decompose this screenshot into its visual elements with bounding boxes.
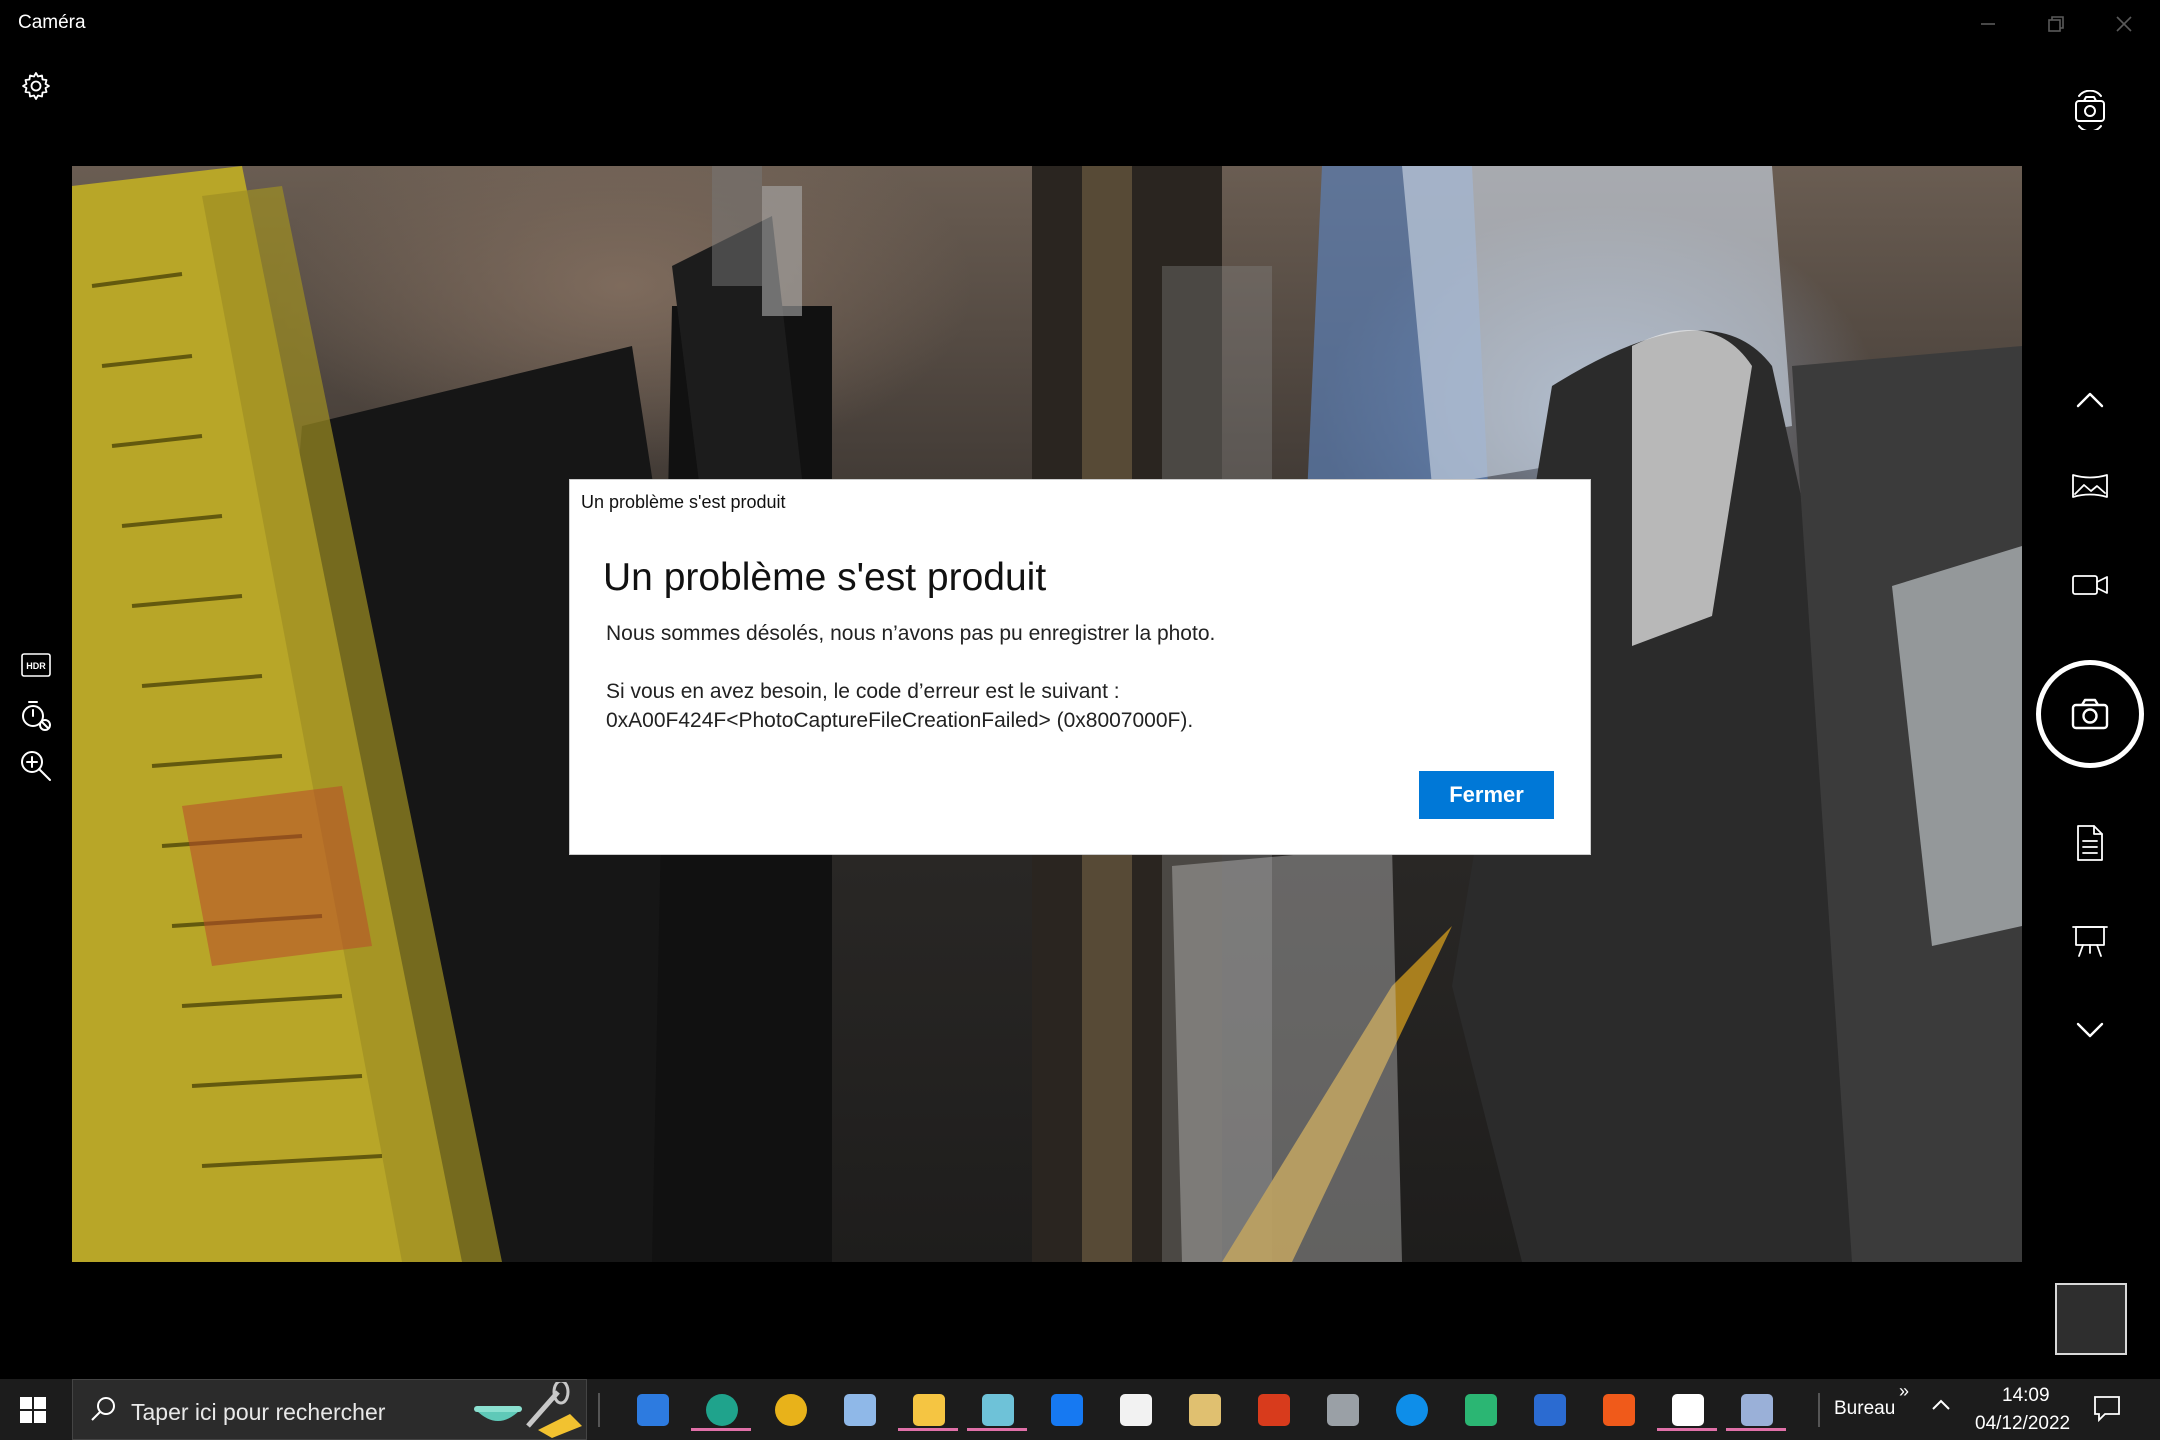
taskbar-app-button[interactable] [768, 1389, 814, 1431]
zoom-icon [21, 751, 51, 781]
error-dialog: Un problème s'est produit Un problème s'… [570, 480, 1590, 854]
file-icon [1120, 1394, 1152, 1426]
minimize-icon [1981, 23, 1995, 25]
active-indicator [1726, 1428, 1786, 1431]
notes-app-icon [982, 1394, 1014, 1426]
file-explorer-icon [913, 1394, 945, 1426]
settings-icon [1672, 1394, 1704, 1426]
clock-date[interactable]: 04/12/2022 [1975, 1413, 2070, 1435]
taskbar-app-button[interactable] [1726, 1389, 1786, 1431]
chevron-up-icon [1932, 1399, 1950, 1410]
panorama-icon [2072, 474, 2108, 498]
word-icon [1534, 1394, 1566, 1426]
notepad-app-icon [844, 1394, 876, 1426]
taskbar-app-button[interactable] [898, 1389, 958, 1431]
active-indicator [691, 1428, 751, 1431]
clock-time[interactable]: 14:09 [2002, 1385, 2050, 1407]
capture-photo-button[interactable] [2036, 660, 2144, 768]
search-icon [91, 1397, 115, 1421]
search-placeholder: Taper ici pour rechercher [131, 1399, 386, 1425]
dropbox-icon [1051, 1394, 1083, 1426]
teamviewer-icon [1396, 1394, 1428, 1426]
outlook-icon [637, 1394, 669, 1426]
chevron-down-icon [2076, 1022, 2104, 1038]
taskbar-app-button[interactable] [1657, 1389, 1717, 1431]
switch-camera-icon [2075, 90, 2105, 130]
app-title: Caméra [18, 12, 86, 33]
brave-icon [1603, 1394, 1635, 1426]
timer-icon [22, 701, 51, 731]
taskbar-divider [598, 1393, 600, 1427]
search-highlight-icon [474, 1382, 582, 1438]
taskbar-app-button[interactable] [1182, 1389, 1228, 1431]
modes-down-button[interactable] [2060, 1000, 2120, 1060]
dialog-heading: Un problème s'est produit [603, 556, 1047, 599]
video-icon [2072, 575, 2108, 595]
document-mode-button[interactable] [2060, 813, 2120, 873]
gear-icon [22, 72, 50, 100]
taskbar-app-button[interactable] [1044, 1389, 1090, 1431]
taskbar-app-button[interactable] [967, 1389, 1027, 1431]
zoom-button[interactable] [6, 736, 66, 796]
taskbar: Taper ici pour rechercher Bureau » 14:09… [0, 1379, 2160, 1440]
dialog-error-code: 0xA00F424F<PhotoCaptureFileCreationFaile… [606, 709, 1194, 732]
camera-app-icon [1741, 1394, 1773, 1426]
dialog-message: Nous sommes désolés, nous n’avons pas pu… [606, 622, 1216, 645]
restore-icon [2048, 16, 2064, 32]
dialog-error-intro: Si vous en avez besoin, le code d’erreur… [606, 680, 1120, 703]
settings-button[interactable] [6, 56, 66, 116]
panorama-mode-button[interactable] [2060, 456, 2120, 516]
start-button[interactable] [16, 1393, 52, 1427]
hdr-icon: HDR [21, 653, 51, 677]
taskbar-app-button[interactable] [691, 1389, 751, 1431]
photo-capture-icon [2071, 698, 2109, 730]
restore-button[interactable] [2022, 0, 2090, 48]
taskbar-app-button[interactable] [1458, 1389, 1504, 1431]
taskbar-app-button[interactable] [1596, 1389, 1642, 1431]
close-dialog-button[interactable]: Fermer [1419, 771, 1554, 819]
chevron-up-icon [2076, 392, 2104, 408]
minimize-button[interactable] [1954, 0, 2022, 48]
active-indicator [967, 1428, 1027, 1431]
taskbar-app-button[interactable] [1320, 1389, 1366, 1431]
active-indicator [898, 1428, 958, 1431]
taskbar-app-button[interactable] [837, 1389, 883, 1431]
taskbar-app-button[interactable] [1113, 1389, 1159, 1431]
search-box[interactable]: Taper ici pour rechercher [72, 1379, 587, 1440]
close-icon [2116, 16, 2132, 32]
sway-icon [1465, 1394, 1497, 1426]
dialog-caption: Un problème s'est produit [581, 492, 786, 512]
close-window-button[interactable] [2090, 0, 2158, 48]
modes-up-button[interactable] [2060, 370, 2120, 430]
active-indicator [1657, 1428, 1717, 1431]
toolbar-overflow-button[interactable]: » [1899, 1381, 1909, 1402]
taskbar-app-button[interactable] [1527, 1389, 1573, 1431]
printer-icon [1327, 1394, 1359, 1426]
gallery-thumbnail-button[interactable] [2055, 1283, 2127, 1355]
show-hidden-icons-button[interactable] [1930, 1393, 1952, 1422]
chrome-icon [775, 1394, 807, 1426]
windows-icon [20, 1397, 46, 1423]
whiteboard-icon [2072, 926, 2108, 957]
svg-text:HDR: HDR [26, 661, 46, 671]
paint-icon [1189, 1394, 1221, 1426]
notification-icon [2094, 1396, 2120, 1423]
taskbar-app-button[interactable] [1251, 1389, 1297, 1431]
desktop-toolbar-label[interactable]: Bureau [1834, 1398, 1895, 1420]
whiteboard-mode-button[interactable] [2060, 911, 2120, 971]
document-icon [2077, 825, 2103, 861]
edge-icon [706, 1394, 738, 1426]
switch-camera-button[interactable] [2060, 80, 2120, 140]
taskbar-divider [1818, 1393, 1820, 1427]
video-mode-button[interactable] [2060, 555, 2120, 615]
taskbar-app-button[interactable] [1389, 1389, 1435, 1431]
notifications-button[interactable] [2092, 1393, 2122, 1428]
office-app-icon [1258, 1394, 1290, 1426]
taskbar-app-button[interactable] [630, 1389, 676, 1431]
